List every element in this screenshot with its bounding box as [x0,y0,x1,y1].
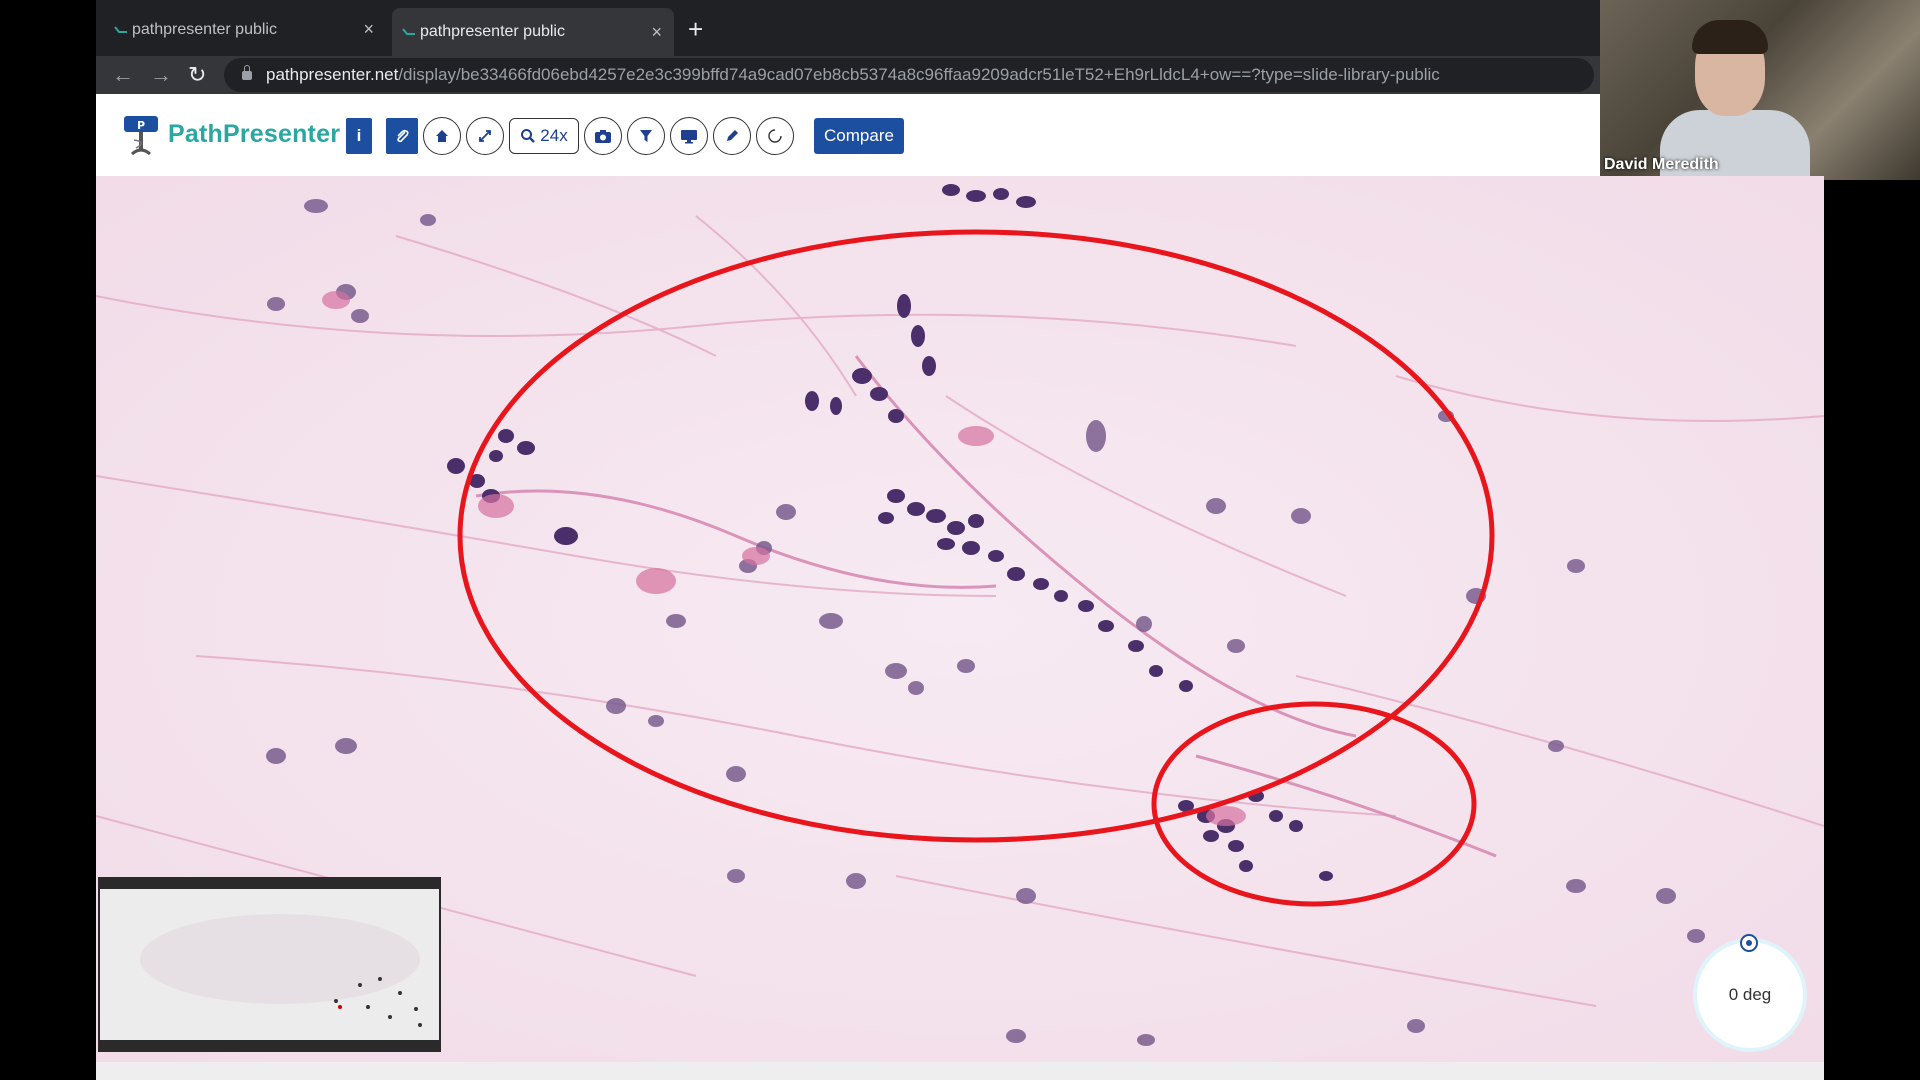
app-name: PathPresenter [168,119,341,148]
reload-icon[interactable]: ↻ [188,60,206,90]
webcam-video: David Meredith [1600,0,1920,180]
lock-icon [242,64,252,80]
close-tab-icon[interactable]: × [651,22,662,43]
back-icon[interactable]: ← [112,60,134,90]
home-button[interactable] [423,117,461,155]
attach-button[interactable] [386,118,418,154]
forward-icon[interactable]: → [150,60,172,90]
address-bar-row: ← → ↻ pathpresenter.net/display/be33466f… [96,56,1600,94]
microscope-logo-icon: P [124,116,158,156]
rotate-button[interactable] [756,117,794,155]
browser-tab-bar: pathpresenter public × pathpresenter pub… [96,0,1600,56]
participant-hair [1692,20,1768,54]
url-input[interactable]: pathpresenter.net/display/be33466fd06ebd… [224,58,1594,92]
filter-button[interactable] [627,117,665,155]
rotation-handle-icon[interactable] [1740,934,1758,952]
new-tab-button[interactable]: + [688,12,703,46]
minimap-thumbnail[interactable] [100,889,439,1040]
url-text: pathpresenter.net/display/be33466fd06ebd… [266,65,1440,84]
close-tab-icon[interactable]: × [363,19,374,40]
navigator-minimap[interactable] [98,877,441,1052]
app-logo[interactable]: P PathPresenter [120,110,340,158]
info-button[interactable]: i [346,118,372,154]
fullscreen-button[interactable] [466,117,504,155]
info-icon: i [356,126,362,145]
zoom-level: 24x [540,126,568,145]
app-header: P PathPresenter i 24x Compare [96,94,1600,176]
browser-tab-2[interactable]: pathpresenter public × [392,8,674,56]
zoom-icon [521,129,536,143]
pen-icon [727,130,738,141]
rotate-icon [768,129,782,143]
snapshot-button[interactable] [584,117,622,155]
attach-icon [397,129,409,143]
tab-title: pathpresenter public [420,23,565,40]
compare-button[interactable]: Compare [814,118,904,154]
svg-text:P: P [137,119,145,132]
minimap-slide-thumbnail [100,889,439,1040]
browser-tab-1[interactable]: pathpresenter public × [104,12,386,47]
viewer-bottom-strip [96,1062,1824,1080]
home-icon [436,130,448,142]
annotate-button[interactable] [713,117,751,155]
monitor-icon [681,130,697,144]
present-button[interactable] [670,117,708,155]
fullscreen-icon [479,130,491,142]
zoom-button[interactable]: 24x [509,118,579,154]
rotation-dial[interactable]: 0 deg [1697,934,1803,1048]
filter-icon [640,130,652,142]
tab-title: pathpresenter public [132,20,277,38]
camera-icon [595,130,611,143]
pathpresenter-favicon-icon [114,25,127,33]
participant-name: David Meredith [1604,156,1719,173]
rotation-value: 0 deg [1728,985,1772,1004]
pathpresenter-favicon-icon [402,28,415,35]
